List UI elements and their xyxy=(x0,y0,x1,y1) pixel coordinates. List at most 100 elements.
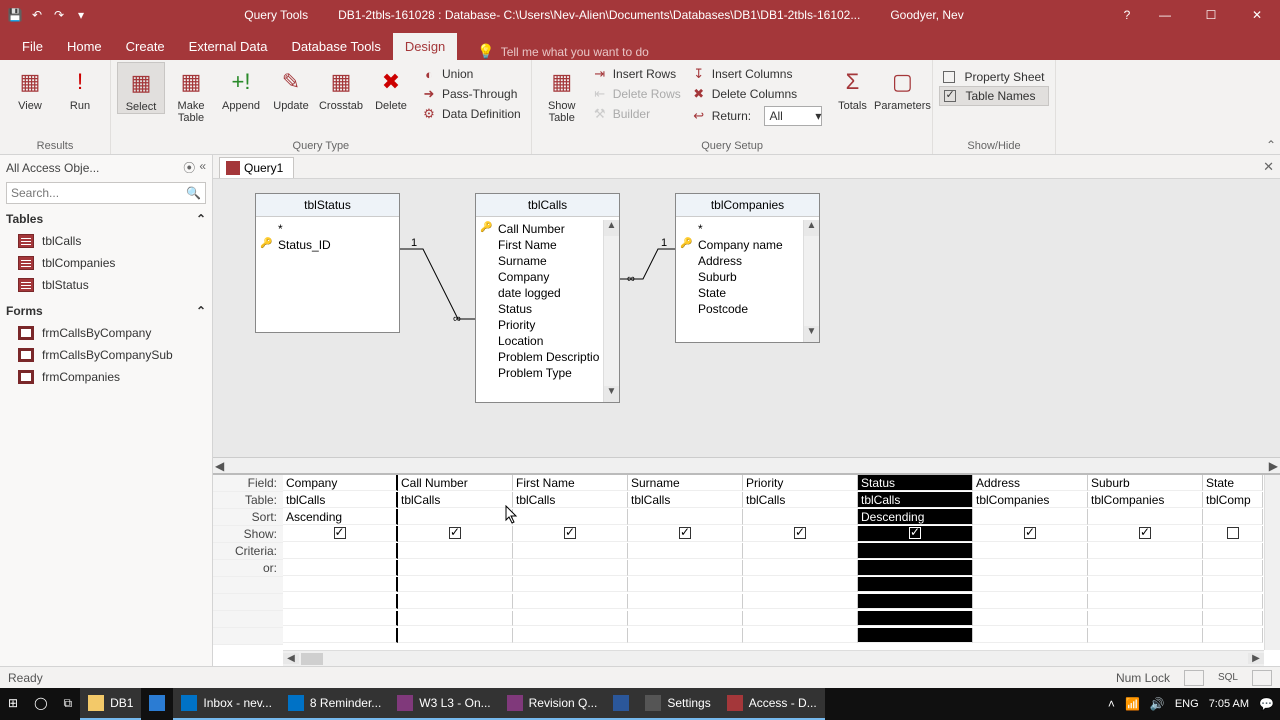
union-button[interactable]: ◐Union xyxy=(417,64,525,84)
show-checkbox[interactable] xyxy=(1139,527,1151,539)
nav-item-frmcallsbycompanysub[interactable]: frmCallsByCompanySub xyxy=(6,344,206,366)
table-field[interactable]: * xyxy=(676,221,819,237)
totals-button[interactable]: ΣTotals xyxy=(828,62,876,112)
grid-cell[interactable] xyxy=(283,543,398,559)
grid-cell[interactable] xyxy=(1088,526,1203,542)
taskbar-outlook[interactable]: Inbox - nev... xyxy=(173,688,279,720)
table-field[interactable]: Surname xyxy=(476,253,619,269)
tab-database-tools[interactable]: Database Tools xyxy=(279,33,392,60)
grid-cell[interactable] xyxy=(513,543,628,559)
table-field[interactable]: State xyxy=(676,285,819,301)
grid-cell[interactable] xyxy=(513,560,628,576)
doc-tab-query1[interactable]: Query1 xyxy=(219,157,294,178)
nav-item-frmcallsbycompany[interactable]: frmCallsByCompany xyxy=(6,322,206,344)
grid-cell[interactable] xyxy=(1088,543,1203,559)
scroll-thumb[interactable] xyxy=(301,653,323,665)
grid-cell[interactable] xyxy=(513,611,628,626)
table-scrollbar[interactable]: ▲▼ xyxy=(603,220,619,402)
grid-cell[interactable]: Suburb xyxy=(1088,475,1203,491)
qat-customize-icon[interactable]: ▾ xyxy=(72,6,90,24)
tab-create[interactable]: Create xyxy=(114,33,177,60)
volume-icon[interactable]: 🔊 xyxy=(1150,697,1165,711)
grid-cell[interactable] xyxy=(743,526,858,542)
nav-item-tblcalls[interactable]: tblCalls xyxy=(6,230,206,252)
select-query-button[interactable]: ▦Select xyxy=(117,62,165,114)
grid-cell[interactable] xyxy=(743,594,858,609)
grid-cell[interactable] xyxy=(628,509,743,525)
grid-cell[interactable] xyxy=(513,594,628,609)
grid-cell[interactable]: First Name xyxy=(513,475,628,491)
grid-cell[interactable] xyxy=(1203,560,1263,576)
grid-cell[interactable] xyxy=(398,543,513,559)
cortana-button[interactable]: ◯ xyxy=(26,688,55,720)
table-names-toggle[interactable]: Table Names xyxy=(939,86,1048,106)
grid-cell[interactable] xyxy=(858,577,973,592)
table-field[interactable]: Status_ID xyxy=(256,237,399,253)
grid-cell[interactable] xyxy=(1088,509,1203,525)
grid-cell[interactable]: tblCalls xyxy=(283,492,398,508)
table-field[interactable]: Problem Type xyxy=(476,365,619,381)
grid-cell[interactable] xyxy=(283,611,398,626)
taskbar-explorer[interactable]: DB1 xyxy=(80,688,141,720)
show-checkbox[interactable] xyxy=(794,527,806,539)
nav-group-tables[interactable]: Tables⌃ xyxy=(6,208,206,230)
grid-cell[interactable] xyxy=(283,628,398,643)
table-field[interactable]: Company name xyxy=(676,237,819,253)
grid-cell[interactable] xyxy=(283,594,398,609)
data-definition-button[interactable]: ⚙Data Definition xyxy=(417,104,525,124)
grid-cell[interactable]: tblComp xyxy=(1203,492,1263,508)
grid-cell[interactable] xyxy=(1203,611,1263,626)
view-button[interactable]: ▦View xyxy=(6,62,54,112)
tab-home[interactable]: Home xyxy=(55,33,114,60)
scroll-right-icon[interactable]: ▶ xyxy=(1269,459,1278,473)
show-checkbox[interactable] xyxy=(1227,527,1239,539)
grid-cell[interactable] xyxy=(743,543,858,559)
grid-cell[interactable] xyxy=(973,509,1088,525)
tell-me-search[interactable]: 💡 Tell me what you want to do xyxy=(457,43,649,60)
grid-cell[interactable] xyxy=(1203,526,1263,542)
scroll-up-icon[interactable]: ▲ xyxy=(804,220,819,236)
taskbar-onenote[interactable]: W3 L3 - On... xyxy=(389,688,498,720)
grid-cell[interactable]: tblCompanies xyxy=(973,492,1088,508)
insert-columns-button[interactable]: ↧Insert Columns xyxy=(687,64,827,84)
grid-cell[interactable] xyxy=(973,628,1088,643)
grid-cell[interactable] xyxy=(628,526,743,542)
grid-cell[interactable]: Call Number xyxy=(398,475,513,491)
grid-cell[interactable] xyxy=(513,509,628,525)
grid-cell[interactable] xyxy=(743,509,858,525)
grid-cell[interactable]: tblCompanies xyxy=(1088,492,1203,508)
query-design-surface[interactable]: tblStatus * Status_ID tblCalls Call Numb… xyxy=(213,179,1280,474)
grid-cell[interactable] xyxy=(1088,560,1203,576)
scroll-right-icon[interactable]: ▶ xyxy=(1248,653,1264,664)
grid-cell[interactable] xyxy=(283,526,398,542)
table-field[interactable]: Problem Descriptio xyxy=(476,349,619,365)
insert-rows-button[interactable]: ⇥Insert Rows xyxy=(588,64,685,84)
update-button[interactable]: ✎Update xyxy=(267,62,315,112)
delete-columns-button[interactable]: ✖Delete Columns xyxy=(687,84,827,104)
table-field[interactable]: * xyxy=(256,221,399,237)
grid-cell[interactable] xyxy=(1088,611,1203,626)
grid-cell[interactable]: tblCalls xyxy=(398,492,513,508)
grid-cell[interactable]: Surname xyxy=(628,475,743,491)
datasheet-view-button[interactable] xyxy=(1184,670,1204,686)
tray-expand-icon[interactable]: ˄ xyxy=(1108,697,1115,711)
taskbar-reminders[interactable]: 8 Reminder... xyxy=(280,688,389,720)
grid-cell[interactable] xyxy=(283,577,398,592)
grid-cell[interactable] xyxy=(973,594,1088,609)
grid-hscroll[interactable]: ◀▶ xyxy=(283,650,1264,666)
grid-cell[interactable]: Priority xyxy=(743,475,858,491)
grid-cell[interactable]: Descending xyxy=(858,509,973,525)
grid-cell[interactable] xyxy=(398,577,513,592)
network-icon[interactable]: 📶 xyxy=(1125,697,1140,711)
grid-cell[interactable] xyxy=(858,526,973,542)
table-field[interactable]: date logged xyxy=(476,285,619,301)
grid-cell[interactable] xyxy=(1203,594,1263,609)
grid-cell[interactable] xyxy=(973,543,1088,559)
save-icon[interactable]: 💾 xyxy=(6,6,24,24)
grid-cell[interactable] xyxy=(858,560,973,576)
system-tray[interactable]: ˄ 📶 🔊 ENG 7:05 AM 💬 xyxy=(1108,697,1280,711)
run-button[interactable]: !Run xyxy=(56,62,104,112)
return-selector[interactable]: ↩Return: All▾ xyxy=(687,104,827,128)
nav-menu-icon[interactable]: ⦿ xyxy=(183,159,195,176)
grid-cell[interactable] xyxy=(513,628,628,643)
